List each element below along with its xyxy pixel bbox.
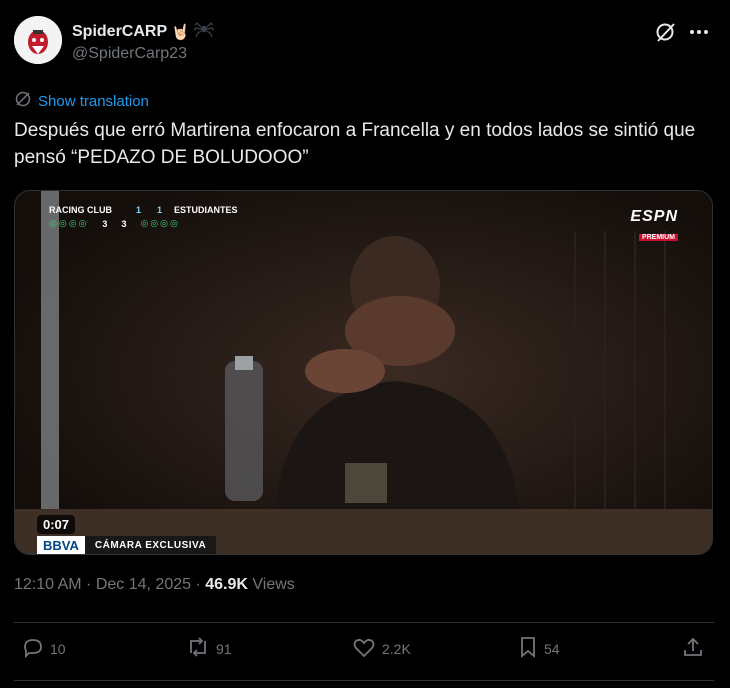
meta-separator-2: · (191, 576, 206, 593)
grok-icon[interactable] (654, 20, 678, 44)
lower-third: BBVA CÁMARA EXCLUSIVA (37, 536, 217, 554)
share-button[interactable] (682, 636, 704, 661)
reply-button[interactable]: 10 (22, 636, 66, 661)
tweet-text: Después que erró Martirena enfocaron a F… (14, 120, 696, 168)
video-duration: 0:07 (37, 515, 76, 534)
avatar-image (14, 16, 62, 64)
divider (14, 622, 714, 623)
author-display-name-row[interactable]: SpiderCARP 🤘🏻 (72, 19, 215, 44)
away-penalties: 3 (121, 218, 127, 229)
video-player[interactable]: RACING CLUB 1 1 ESTUDIANTES ◎◎◎◎ 3 3 ◎◎◎… (14, 190, 713, 555)
home-team: RACING CLUB (49, 205, 112, 215)
views-label: Views (247, 576, 295, 593)
sponsor-logo: BBVA (37, 536, 85, 554)
camera-caption: CÁMARA EXCLUSIVA (84, 536, 217, 554)
translate-icon (14, 90, 32, 112)
espn-logo: ESPN PREMIUM (630, 208, 678, 244)
author-display-name[interactable]: SpiderCARP (72, 23, 167, 41)
repost-count: 91 (216, 640, 232, 657)
video-frame (15, 191, 712, 554)
penalty-marks-away: ◎◎◎◎ (140, 218, 180, 228)
avatar[interactable] (14, 16, 62, 64)
tweet-time[interactable]: 12:10 AM (14, 576, 82, 593)
away-score: 1 (157, 205, 163, 215)
home-score: 1 (136, 205, 142, 215)
scorebug: RACING CLUB 1 1 ESTUDIANTES ◎◎◎◎ 3 3 ◎◎◎… (49, 205, 238, 229)
home-penalties: 3 (102, 218, 108, 229)
like-icon (352, 636, 376, 661)
show-translation-label[interactable]: Show translation (38, 93, 149, 110)
action-bar: 10 91 2.2K 54 (0, 636, 730, 666)
espn-logo-text: ESPN (630, 208, 678, 225)
tweet-meta: 12:10 AM · Dec 14, 2025 · 46.9K Views (14, 576, 295, 594)
share-icon (682, 636, 704, 661)
like-count: 2.2K (382, 640, 411, 657)
penalty-marks-home: ◎◎◎◎ (49, 218, 89, 228)
reply-count: 10 (50, 640, 66, 657)
repost-button[interactable]: 91 (186, 636, 232, 661)
bookmark-icon (518, 636, 538, 661)
espn-logo-sub: PREMIUM (638, 234, 678, 241)
more-icon[interactable] (684, 20, 714, 44)
show-translation-link[interactable]: Show translation (14, 90, 149, 112)
bookmark-button[interactable]: 54 (518, 636, 560, 661)
author-handle[interactable]: @SpiderCarp23 (72, 45, 187, 63)
bookmark-count: 54 (544, 640, 560, 657)
views-count: 46.9K (205, 576, 248, 593)
away-team: ESTUDIANTES (174, 205, 238, 215)
repost-icon (186, 636, 210, 661)
like-button[interactable]: 2.2K (352, 636, 411, 661)
reply-icon (22, 636, 44, 661)
tweet-date[interactable]: Dec 14, 2025 (96, 576, 191, 593)
meta-separator: · (81, 576, 96, 593)
spider-icon (193, 19, 215, 44)
rock-hand-icon: 🤘🏻 (171, 23, 190, 41)
divider-bottom (14, 680, 714, 681)
